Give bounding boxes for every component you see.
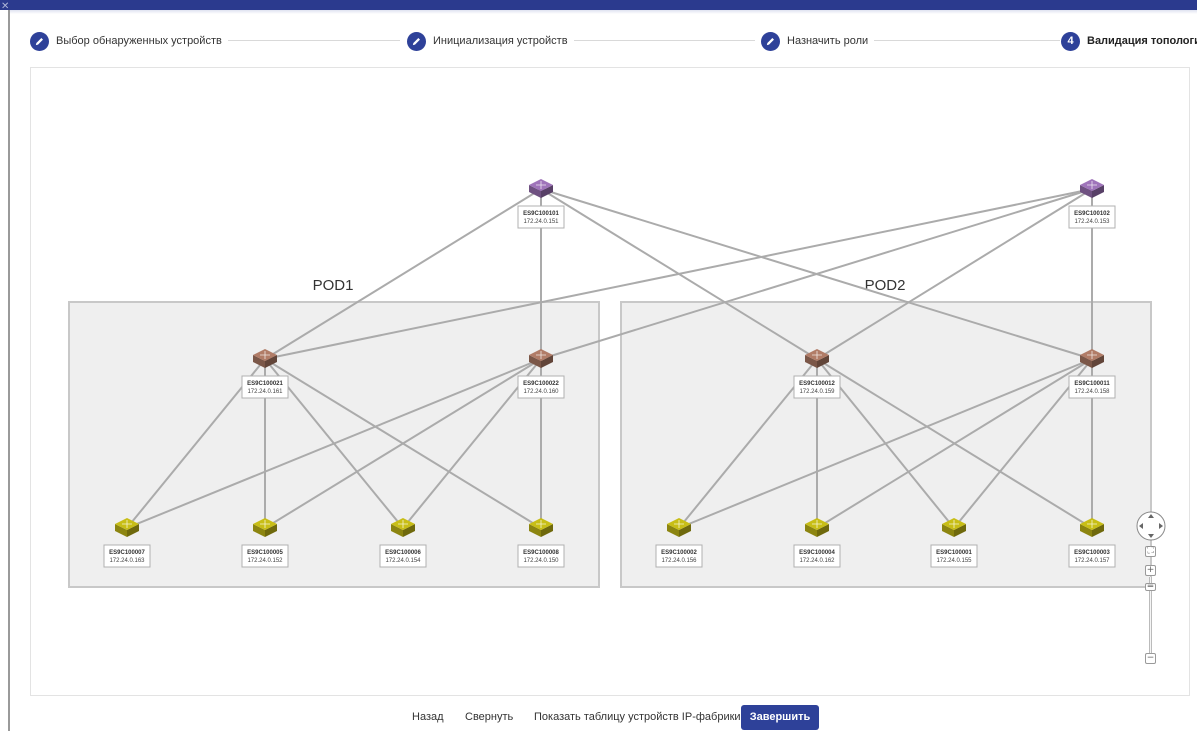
zoom-in-button[interactable]: + bbox=[1145, 565, 1156, 576]
device-ip: 172.24.0.162 bbox=[799, 558, 835, 564]
device-name: ES9C100021 bbox=[247, 381, 283, 387]
step-connector bbox=[870, 40, 1060, 41]
device-ip: 172.24.0.154 bbox=[385, 558, 421, 564]
device-name: ES9C100005 bbox=[247, 550, 283, 556]
zoom-slider-handle[interactable]: ═ bbox=[1145, 583, 1156, 592]
device-ip: 172.24.0.153 bbox=[1074, 219, 1110, 225]
device-ip: 172.24.0.156 bbox=[661, 558, 697, 564]
pencil-icon bbox=[407, 31, 426, 51]
device-ip: 172.24.0.151 bbox=[523, 219, 559, 225]
step-label: Выбор обнаруженных устройств bbox=[56, 35, 222, 47]
left-edge-panel bbox=[0, 10, 10, 731]
device-name: ES9C100008 bbox=[523, 550, 559, 556]
device-name: ES9C100007 bbox=[109, 550, 145, 556]
device-ip: 172.24.0.150 bbox=[523, 558, 559, 564]
step-discovered-devices[interactable]: Выбор обнаруженных устройств bbox=[30, 30, 228, 52]
device-name: ES9C100004 bbox=[799, 550, 835, 556]
step-connector bbox=[220, 40, 400, 41]
pencil-icon bbox=[30, 31, 49, 51]
window-top-bar bbox=[0, 0, 1197, 10]
pan-control[interactable] bbox=[1135, 510, 1167, 542]
back-button[interactable]: Назад bbox=[412, 705, 444, 730]
step-topology-validation[interactable]: 4 Валидация топологии bbox=[1061, 30, 1197, 52]
device-name: ES9C100101 bbox=[523, 211, 559, 217]
corner-chevron-icon: ✕ bbox=[1, 1, 10, 12]
step-assign-roles[interactable]: Назначить роли bbox=[761, 30, 875, 52]
device-ip: 172.24.0.158 bbox=[1074, 389, 1110, 395]
zoom-out-button[interactable]: − bbox=[1145, 653, 1156, 664]
show-ip-fabric-table-button[interactable]: Показать таблицу устройств IP-фабрики bbox=[534, 705, 741, 730]
fit-screen-icon[interactable]: ⛶ bbox=[1145, 546, 1156, 557]
topology-canvas[interactable]: POD1 POD2 ES9C100101 172.24.0.151 ES9C10010… bbox=[30, 67, 1190, 696]
topology-graph[interactable]: POD1 POD2 ES9C100101172.24.0.151ES9C10010… bbox=[31, 68, 1189, 695]
step-connector bbox=[565, 40, 755, 41]
wizard-stepper: Выбор обнаруженных устройств Инициализац… bbox=[30, 30, 1197, 52]
device-ip: 172.24.0.155 bbox=[936, 558, 972, 564]
wizard-footer: Назад Свернуть Показать таблицу устройст… bbox=[0, 705, 1197, 731]
device-name: ES9C100006 bbox=[385, 550, 421, 556]
device-ip: 172.24.0.163 bbox=[109, 558, 145, 564]
step-device-init[interactable]: Инициализация устройств bbox=[407, 30, 574, 52]
top-bar-shadow bbox=[0, 10, 1197, 14]
step-label: Валидация топологии bbox=[1087, 35, 1197, 47]
step-label: Назначить роли bbox=[787, 35, 869, 47]
finish-button[interactable]: Завершить bbox=[741, 705, 819, 730]
step-number-badge: 4 bbox=[1061, 31, 1080, 51]
pencil-icon bbox=[761, 31, 780, 51]
device-name: ES9C100002 bbox=[661, 550, 697, 556]
device-ip: 172.24.0.161 bbox=[247, 389, 283, 395]
device-name: ES9C100022 bbox=[523, 381, 559, 387]
device-name: ES9C100102 bbox=[1074, 211, 1110, 217]
step-label: Инициализация устройств bbox=[433, 35, 568, 47]
pod-label: POD1 bbox=[313, 277, 354, 294]
device-ip: 172.24.0.159 bbox=[799, 389, 835, 395]
device-name: ES9C100003 bbox=[1074, 550, 1110, 556]
device-name: ES9C100001 bbox=[936, 550, 972, 556]
device-ip: 172.24.0.157 bbox=[1074, 558, 1110, 564]
device-name: ES9C100011 bbox=[1074, 381, 1110, 387]
device-ip: 172.24.0.152 bbox=[247, 558, 283, 564]
device-name: ES9C100012 bbox=[799, 381, 835, 387]
collapse-button[interactable]: Свернуть bbox=[465, 705, 513, 730]
device-ip: 172.24.0.160 bbox=[523, 389, 559, 395]
